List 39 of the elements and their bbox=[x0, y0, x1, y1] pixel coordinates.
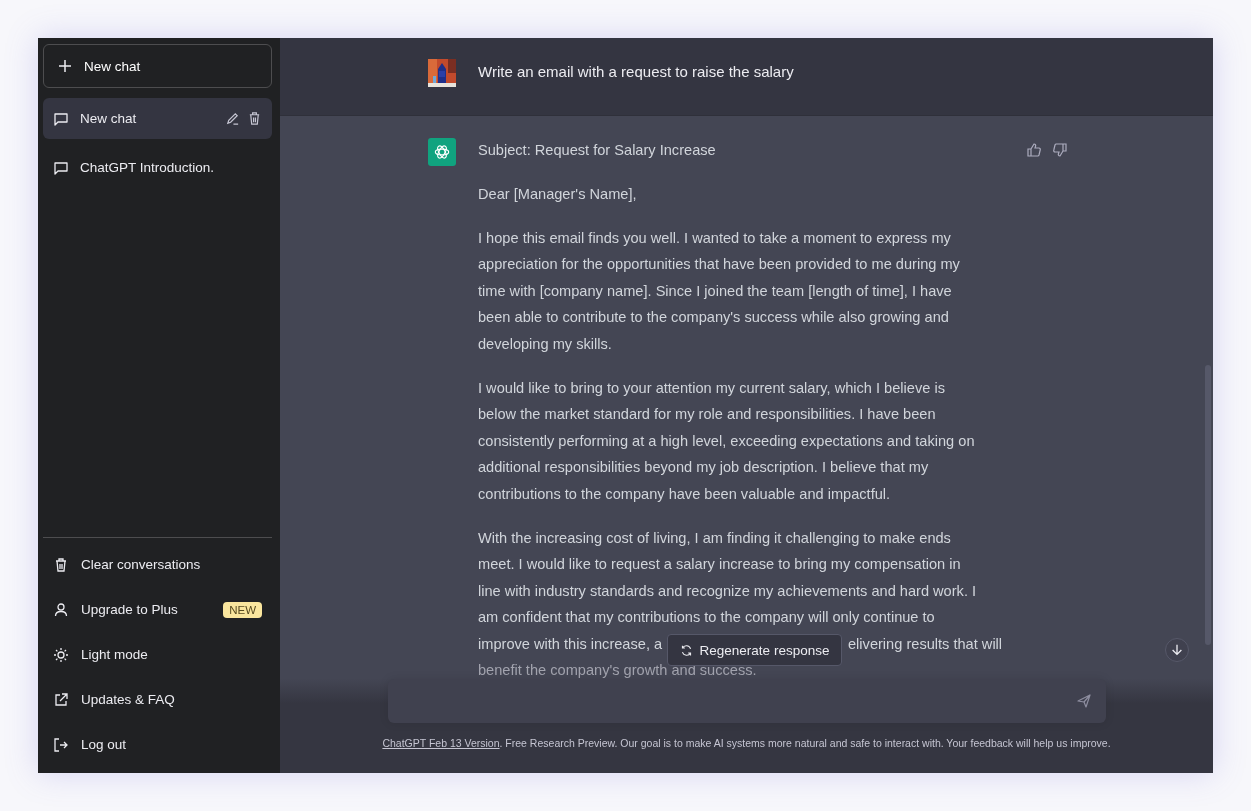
send-icon[interactable] bbox=[1075, 693, 1092, 709]
user-icon bbox=[53, 601, 69, 618]
assistant-logo-icon bbox=[428, 138, 456, 166]
chat-history-item[interactable]: New chat bbox=[43, 98, 272, 139]
chat-title: ChatGPT Introduction. bbox=[80, 160, 216, 175]
trash-icon bbox=[53, 556, 69, 573]
thumbs-down-icon[interactable] bbox=[1052, 142, 1068, 158]
new-badge: NEW bbox=[223, 601, 262, 618]
reply-subject: Subject: Request for Salary Increase bbox=[478, 141, 717, 160]
trash-icon[interactable] bbox=[247, 111, 262, 126]
log-out-icon bbox=[53, 736, 69, 753]
sidebar-menu-item[interactable]: Updates & FAQ bbox=[43, 677, 272, 722]
reply-text-fragment: improve with this increase, a bbox=[478, 635, 663, 652]
sun-icon bbox=[53, 646, 69, 663]
plus-icon bbox=[57, 58, 73, 74]
external-link-icon bbox=[53, 691, 69, 708]
chat-bubble-icon bbox=[53, 159, 69, 176]
reply-text-fragment: elivering results that will bbox=[848, 634, 1003, 654]
sidebar-menu-item[interactable]: Upgrade to Plus NEW bbox=[43, 587, 272, 632]
footer-text: ChatGPT Feb 13 Version. Free Research Preview. Our goal is to make AI systems more natural and safe to interact with. Your feedback will help us improve. bbox=[382, 737, 1111, 749]
arrow-down-icon bbox=[1170, 643, 1184, 657]
message-input-field[interactable] bbox=[387, 679, 1106, 723]
sidebar-menu-item[interactable]: Log out bbox=[43, 722, 272, 767]
thumbs-up-icon[interactable] bbox=[1026, 142, 1042, 158]
user-message-text: Write an email with a request to raise the salary bbox=[478, 62, 794, 82]
reply-paragraph: Dear [Manager's Name], bbox=[478, 184, 638, 204]
refresh-icon bbox=[679, 643, 693, 657]
chat-bubble-icon bbox=[53, 110, 69, 127]
edit-icon[interactable] bbox=[225, 111, 240, 126]
reply-paragraph: I hope this email finds you well. I wanted to take a moment to express my appreciation for the opportunities that have been provided to me during my time with [company name]. Since I joined the team [length of time], I have been able to contribute to the company's success while also growing and developing my skills. bbox=[478, 228, 961, 354]
reply-paragraph: I would like to bring to your attention my current salary, which I believe is below the market standard for my role and responsibilities. I have been consistently performing at a high level, exceeding expectations and taking on additional responsibilities beyond my job description. I believe that my contributions to the company have been valuable and impactful. bbox=[478, 378, 976, 504]
chat-history-item[interactable]: ChatGPT Introduction. bbox=[43, 147, 272, 188]
chat-title: New chat bbox=[80, 111, 138, 126]
sidebar-menu-item[interactable]: Light mode bbox=[43, 632, 272, 677]
regenerate-response-button[interactable]: Regenerate response bbox=[666, 634, 843, 666]
scroll-down-button[interactable] bbox=[1165, 638, 1189, 662]
new-chat-button[interactable]: New chat bbox=[43, 44, 272, 88]
version-link[interactable]: ChatGPT Feb 13 Version bbox=[382, 737, 500, 749]
sidebar-menu-item[interactable]: Clear conversations bbox=[43, 542, 272, 587]
